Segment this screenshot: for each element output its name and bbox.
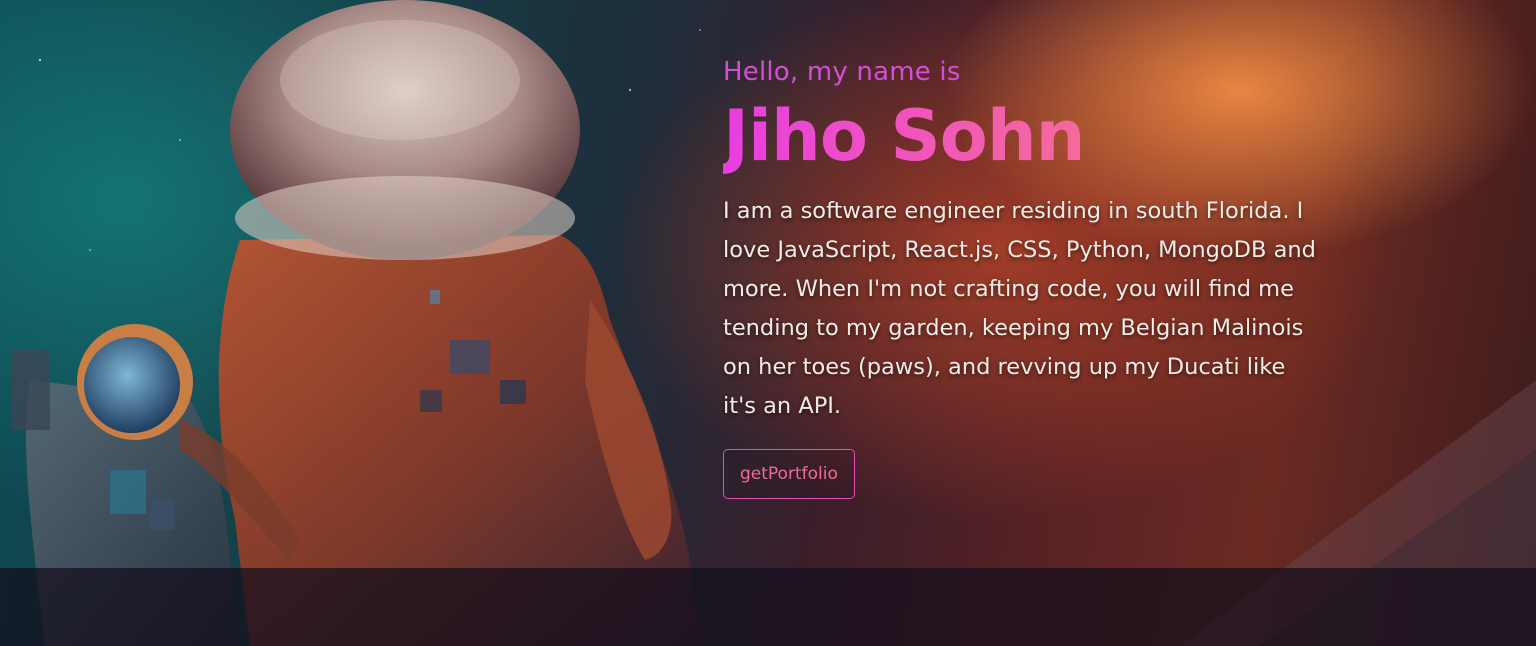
hero-name-heading: Jiho Sohn [723, 92, 1323, 180]
intro-content: Hello, my name is Jiho Sohn I am a softw… [723, 54, 1323, 499]
hero-section: Hello, my name is Jiho Sohn I am a softw… [0, 0, 1536, 646]
get-portfolio-button[interactable]: getPortfolio [723, 449, 855, 499]
bio-paragraph: I am a software engineer residing in sou… [723, 198, 1316, 419]
bottom-overlay-bar [0, 568, 1536, 646]
greeting-text: Hello, my name is [723, 57, 961, 87]
